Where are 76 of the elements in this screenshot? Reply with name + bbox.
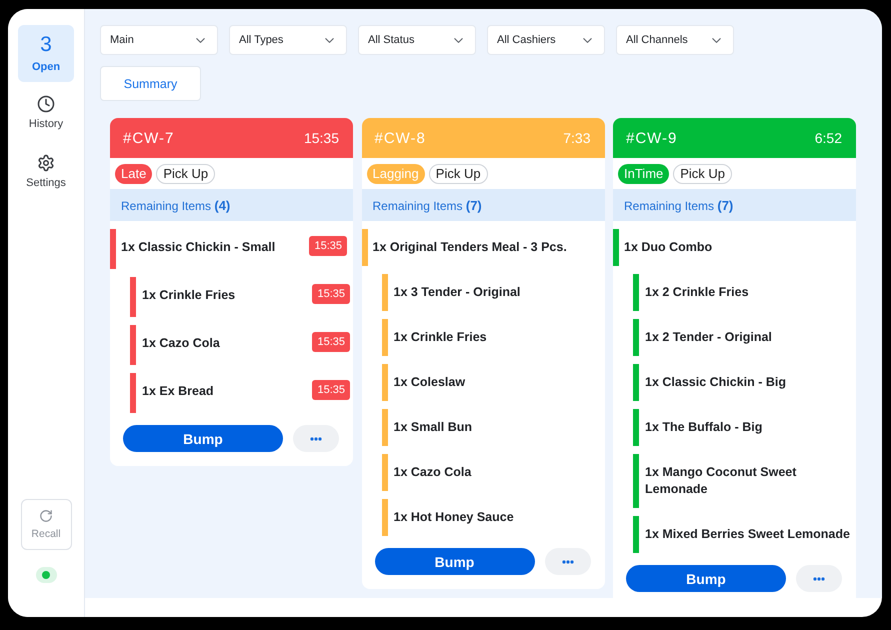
order-timer: 7:33 bbox=[563, 130, 590, 146]
item-name: 1x Crinkle Fries bbox=[142, 287, 236, 304]
channel-tag: Pick Up bbox=[156, 164, 216, 184]
filter-dropdown[interactable]: Main bbox=[100, 25, 218, 55]
item-name: 1x Hot Honey Sauce bbox=[394, 509, 514, 526]
remaining-items-text: Remaining Items (7) bbox=[624, 198, 734, 212]
order-item[interactable]: 1x Classic Chickin - Big bbox=[633, 364, 856, 401]
channel-tag: Pick Up bbox=[428, 164, 488, 184]
more-icon bbox=[813, 576, 825, 580]
more-button[interactable] bbox=[796, 565, 842, 592]
sidebar-tab[interactable]: History bbox=[18, 84, 74, 141]
more-icon bbox=[310, 436, 322, 440]
order-item[interactable]: 1x Coleslaw bbox=[382, 364, 604, 401]
item-name: 1x The Buffalo - Big bbox=[645, 419, 762, 436]
order-item[interactable]: 1x Crinkle Fries 15:35 bbox=[130, 277, 353, 317]
bump-button[interactable]: Bump bbox=[123, 425, 283, 452]
order-number: #CW-7 bbox=[123, 130, 174, 146]
filter-dropdown[interactable]: All Cashiers bbox=[487, 25, 605, 55]
order-item[interactable]: 1x Duo Combo bbox=[613, 229, 856, 266]
filter-dropdown[interactable]: All Status bbox=[358, 25, 476, 55]
remaining-items-text: Remaining Items (7) bbox=[372, 198, 482, 212]
item-name: 1x Mixed Berries Sweet Lemonade bbox=[645, 526, 850, 543]
order-item[interactable]: 1x Crinkle Fries bbox=[382, 319, 604, 356]
order-item[interactable]: 1x Mixed Berries Sweet Lemonade bbox=[633, 516, 856, 553]
item-time: 15:35 bbox=[309, 236, 347, 256]
item-name: 1x Classic Chickin - Big bbox=[645, 374, 786, 391]
status-tag: Late bbox=[115, 164, 152, 184]
item-name: 1x Cazo Cola bbox=[394, 464, 472, 481]
clock-icon bbox=[37, 94, 55, 112]
order-item[interactable]: 1x Original Tenders Meal - 3 Pcs. bbox=[362, 229, 604, 266]
item-name: 1x Small Bun bbox=[394, 419, 472, 436]
order-item[interactable]: 1x Classic Chickin - Small 15:35 bbox=[110, 229, 353, 269]
order-number: #CW-9 bbox=[626, 130, 678, 146]
more-button[interactable] bbox=[544, 548, 590, 575]
sidebar-tab[interactable]: Settings bbox=[18, 143, 74, 200]
item-name: 1x 3 Tender - Original bbox=[394, 284, 520, 301]
item-name: 1x Classic Chickin - Small bbox=[121, 239, 276, 256]
remaining-items-text: Remaining Items (4) bbox=[121, 198, 230, 212]
settings-icon bbox=[37, 154, 55, 172]
item-time: 15:35 bbox=[312, 332, 350, 352]
order-item[interactable]: 1x The Buffalo - Big bbox=[633, 409, 856, 446]
item-name: 1x Coleslaw bbox=[394, 374, 466, 391]
order-item[interactable]: 1x Ex Bread 15:35 bbox=[130, 373, 353, 413]
order-item[interactable]: 1x Mango Coconut Sweet Lemonade bbox=[633, 454, 856, 508]
item-name: 1x Mango Coconut Sweet Lemonade bbox=[645, 464, 798, 498]
order-number: #CW-8 bbox=[374, 130, 426, 146]
order-item[interactable]: 1x Small Bun bbox=[382, 409, 604, 446]
item-name: 1x Ex Bread bbox=[142, 383, 214, 400]
order-item[interactable]: 1x Cazo Cola bbox=[382, 454, 604, 491]
item-time: 15:35 bbox=[312, 380, 350, 400]
item-name: 1x 2 Crinkle Fries bbox=[645, 284, 749, 301]
item-name: 1x Cazo Cola bbox=[142, 335, 220, 352]
order-item[interactable]: 1x Cazo Cola 15:35 bbox=[130, 325, 353, 365]
order-item[interactable]: 1x 3 Tender - Original bbox=[382, 274, 604, 311]
item-name: 1x Duo Combo bbox=[624, 239, 712, 256]
more-icon bbox=[562, 560, 574, 564]
channel-tag: Pick Up bbox=[673, 164, 732, 184]
order-timer: 6:52 bbox=[814, 130, 842, 146]
item-name: 1x Crinkle Fries bbox=[394, 329, 487, 346]
filter-dropdown[interactable]: All Types bbox=[229, 25, 347, 55]
order-item[interactable]: 1x 2 Tender - Original bbox=[633, 319, 856, 356]
status-tag: Lagging bbox=[366, 164, 425, 184]
bump-button[interactable]: Bump bbox=[374, 548, 534, 575]
order-timer: 15:35 bbox=[304, 130, 339, 146]
sidebar-tab[interactable]: 3 Open bbox=[18, 25, 74, 82]
status-tag: InTime bbox=[618, 164, 670, 184]
order-item[interactable]: 1x 2 Crinkle Fries bbox=[633, 274, 856, 311]
item-name: 1x Original Tenders Meal - 3 Pcs. bbox=[372, 239, 567, 256]
filter-dropdown[interactable]: All Channels bbox=[616, 25, 734, 55]
summary-button[interactable]: Summary bbox=[100, 66, 201, 101]
bump-button[interactable]: Bump bbox=[626, 565, 786, 592]
order-item[interactable]: 1x Hot Honey Sauce bbox=[382, 499, 604, 536]
item-name: 1x 2 Tender - Original bbox=[645, 329, 772, 346]
item-time: 15:35 bbox=[312, 284, 350, 304]
refresh-icon bbox=[39, 509, 53, 523]
more-button[interactable] bbox=[293, 425, 339, 452]
